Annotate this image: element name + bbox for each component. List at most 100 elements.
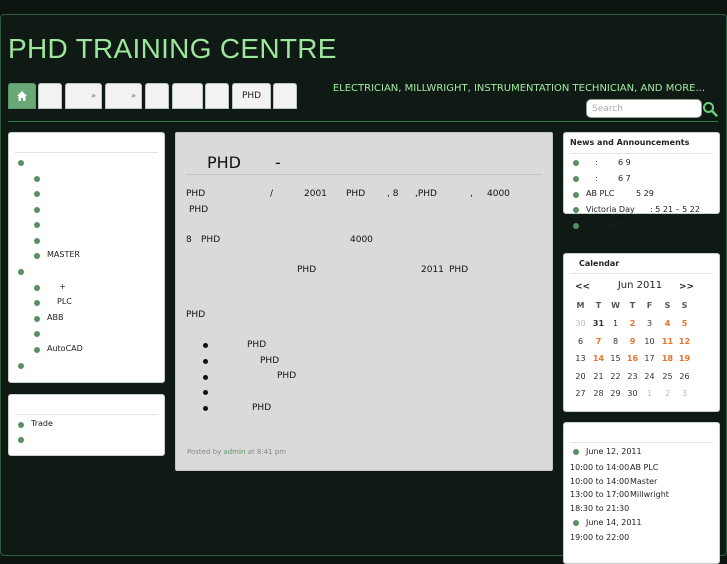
post-text: ,PHD xyxy=(415,189,437,199)
calendar-day: 27 xyxy=(575,389,586,398)
calendar-day: 24 xyxy=(644,371,655,381)
calendar-day: 1 xyxy=(646,389,653,398)
calendar-day[interactable]: 7 xyxy=(590,337,607,346)
calendar-day: 26 xyxy=(679,371,690,381)
bullet-icon xyxy=(34,222,40,228)
post-text: PHD xyxy=(186,189,206,199)
calendar-day: 25 xyxy=(662,371,673,381)
bullet-icon xyxy=(573,192,579,198)
calendar-day[interactable]: 18 xyxy=(659,354,676,363)
nav-tab-2[interactable] xyxy=(38,83,62,109)
calendar-day[interactable]: 11 xyxy=(659,337,676,346)
divider xyxy=(15,414,158,415)
calendar-day[interactable]: 14 xyxy=(590,354,607,363)
calendar-day: 30 xyxy=(575,319,586,328)
calendar-month: Jun 2011 xyxy=(617,280,663,291)
nav-tab-4[interactable]: » xyxy=(105,83,142,109)
nav-tab-7[interactable] xyxy=(205,83,229,109)
bullet-icon xyxy=(34,331,40,337)
post-time: at 8:41 pm xyxy=(247,448,287,456)
calendar-day: 21 xyxy=(593,371,604,381)
bullet-icon xyxy=(34,191,40,197)
bullet-icon xyxy=(18,437,24,443)
post-text: 4000 xyxy=(350,235,373,245)
post-text: / xyxy=(270,189,274,199)
bullet-icon xyxy=(34,285,40,291)
calendar-day: 23 xyxy=(627,371,638,381)
calendar-day: 2 xyxy=(664,389,671,398)
event-date[interactable]: June 14, 2011 xyxy=(586,518,642,527)
calendar-weekday: F xyxy=(646,301,653,310)
calendar-day: 30 xyxy=(627,389,638,398)
bullet-icon xyxy=(573,449,579,455)
menu-item-label: PLC xyxy=(57,297,72,306)
bullet-icon xyxy=(203,406,208,411)
calendar-day: 6 xyxy=(577,336,584,346)
nav-tab-5[interactable] xyxy=(145,83,169,109)
calendar-day[interactable]: 12 xyxy=(676,337,693,346)
bullet-icon xyxy=(203,359,208,364)
nav-tab-6[interactable] xyxy=(172,83,203,109)
event-title[interactable]: Master xyxy=(630,477,657,486)
nav-tab-9[interactable] xyxy=(273,83,297,109)
post-text: 4000 xyxy=(487,189,510,199)
post-text: , 8 xyxy=(387,189,399,199)
divider xyxy=(570,442,713,443)
nav-tab-3[interactable]: » xyxy=(65,83,102,109)
calendar-weekday: W xyxy=(611,301,620,310)
calendar-day: 1 xyxy=(612,319,619,328)
site-title[interactable]: PHD TRAINING CENTRE xyxy=(8,33,337,65)
search-icon[interactable] xyxy=(702,101,718,117)
bullet-icon xyxy=(34,176,40,182)
calendar-next-button[interactable]: >> xyxy=(679,282,694,292)
calendar-day[interactable]: 9 xyxy=(624,337,641,346)
calendar-day: 10 xyxy=(644,336,655,346)
event-title[interactable]: Millwright xyxy=(630,490,669,499)
post-text: 8 xyxy=(186,235,192,245)
bullet-icon xyxy=(573,176,579,182)
bullet-icon xyxy=(34,238,40,244)
calendar-day: 3 xyxy=(681,389,688,398)
search-input[interactable] xyxy=(586,99,702,118)
post-text: 2011 xyxy=(421,265,444,275)
author-link[interactable]: admin xyxy=(223,448,245,456)
header-divider xyxy=(8,121,718,122)
post-text: PHD xyxy=(189,205,209,215)
post-text: PHD xyxy=(201,235,221,245)
post-text: PHD xyxy=(346,189,366,199)
bullet-icon xyxy=(573,223,579,229)
post-title[interactable]: PHD - xyxy=(207,153,281,172)
calendar-weekday: T xyxy=(595,301,602,310)
nav-tab-phd[interactable]: PHD xyxy=(232,83,271,109)
bullet-icon xyxy=(203,375,208,380)
chevron-down-icon: » xyxy=(131,91,136,100)
event-title[interactable]: AB PLC xyxy=(630,463,658,472)
calendar-weekday: S xyxy=(664,301,671,310)
post-bullet-text: PHD xyxy=(260,356,280,366)
calendar-day[interactable]: 4 xyxy=(659,319,676,328)
bullet-icon xyxy=(34,316,40,322)
calendar-day: 17 xyxy=(644,354,655,363)
bullet-icon xyxy=(203,390,208,395)
post-text: 2001 xyxy=(304,189,327,199)
calendar-day[interactable]: 2 xyxy=(624,319,641,328)
event-time: 10:00 to 14:00 xyxy=(570,477,630,486)
bullet-icon xyxy=(573,520,579,526)
calendar-prev-button[interactable]: << xyxy=(575,282,590,292)
divider xyxy=(15,152,158,153)
calendar-weekday: T xyxy=(629,301,636,310)
event-time: 10:00 to 14:00 xyxy=(570,463,630,472)
calendar-day: 13 xyxy=(575,354,586,363)
calendar-day[interactable]: 16 xyxy=(624,354,641,363)
calendar-day[interactable]: 19 xyxy=(676,354,693,363)
bullet-icon xyxy=(203,343,208,348)
nav-tab-home[interactable] xyxy=(8,83,36,109)
calendar-title: Calendar xyxy=(579,259,620,268)
bullet-icon xyxy=(34,207,40,213)
event-time: 19:00 to 22:00 xyxy=(570,533,630,542)
calendar-day[interactable]: 5 xyxy=(676,319,693,328)
post-bullet-text: PHD xyxy=(277,371,297,381)
post-text: , xyxy=(470,189,473,199)
event-date[interactable]: June 12, 2011 xyxy=(586,447,642,456)
post-bullet-text: PHD xyxy=(252,403,272,413)
